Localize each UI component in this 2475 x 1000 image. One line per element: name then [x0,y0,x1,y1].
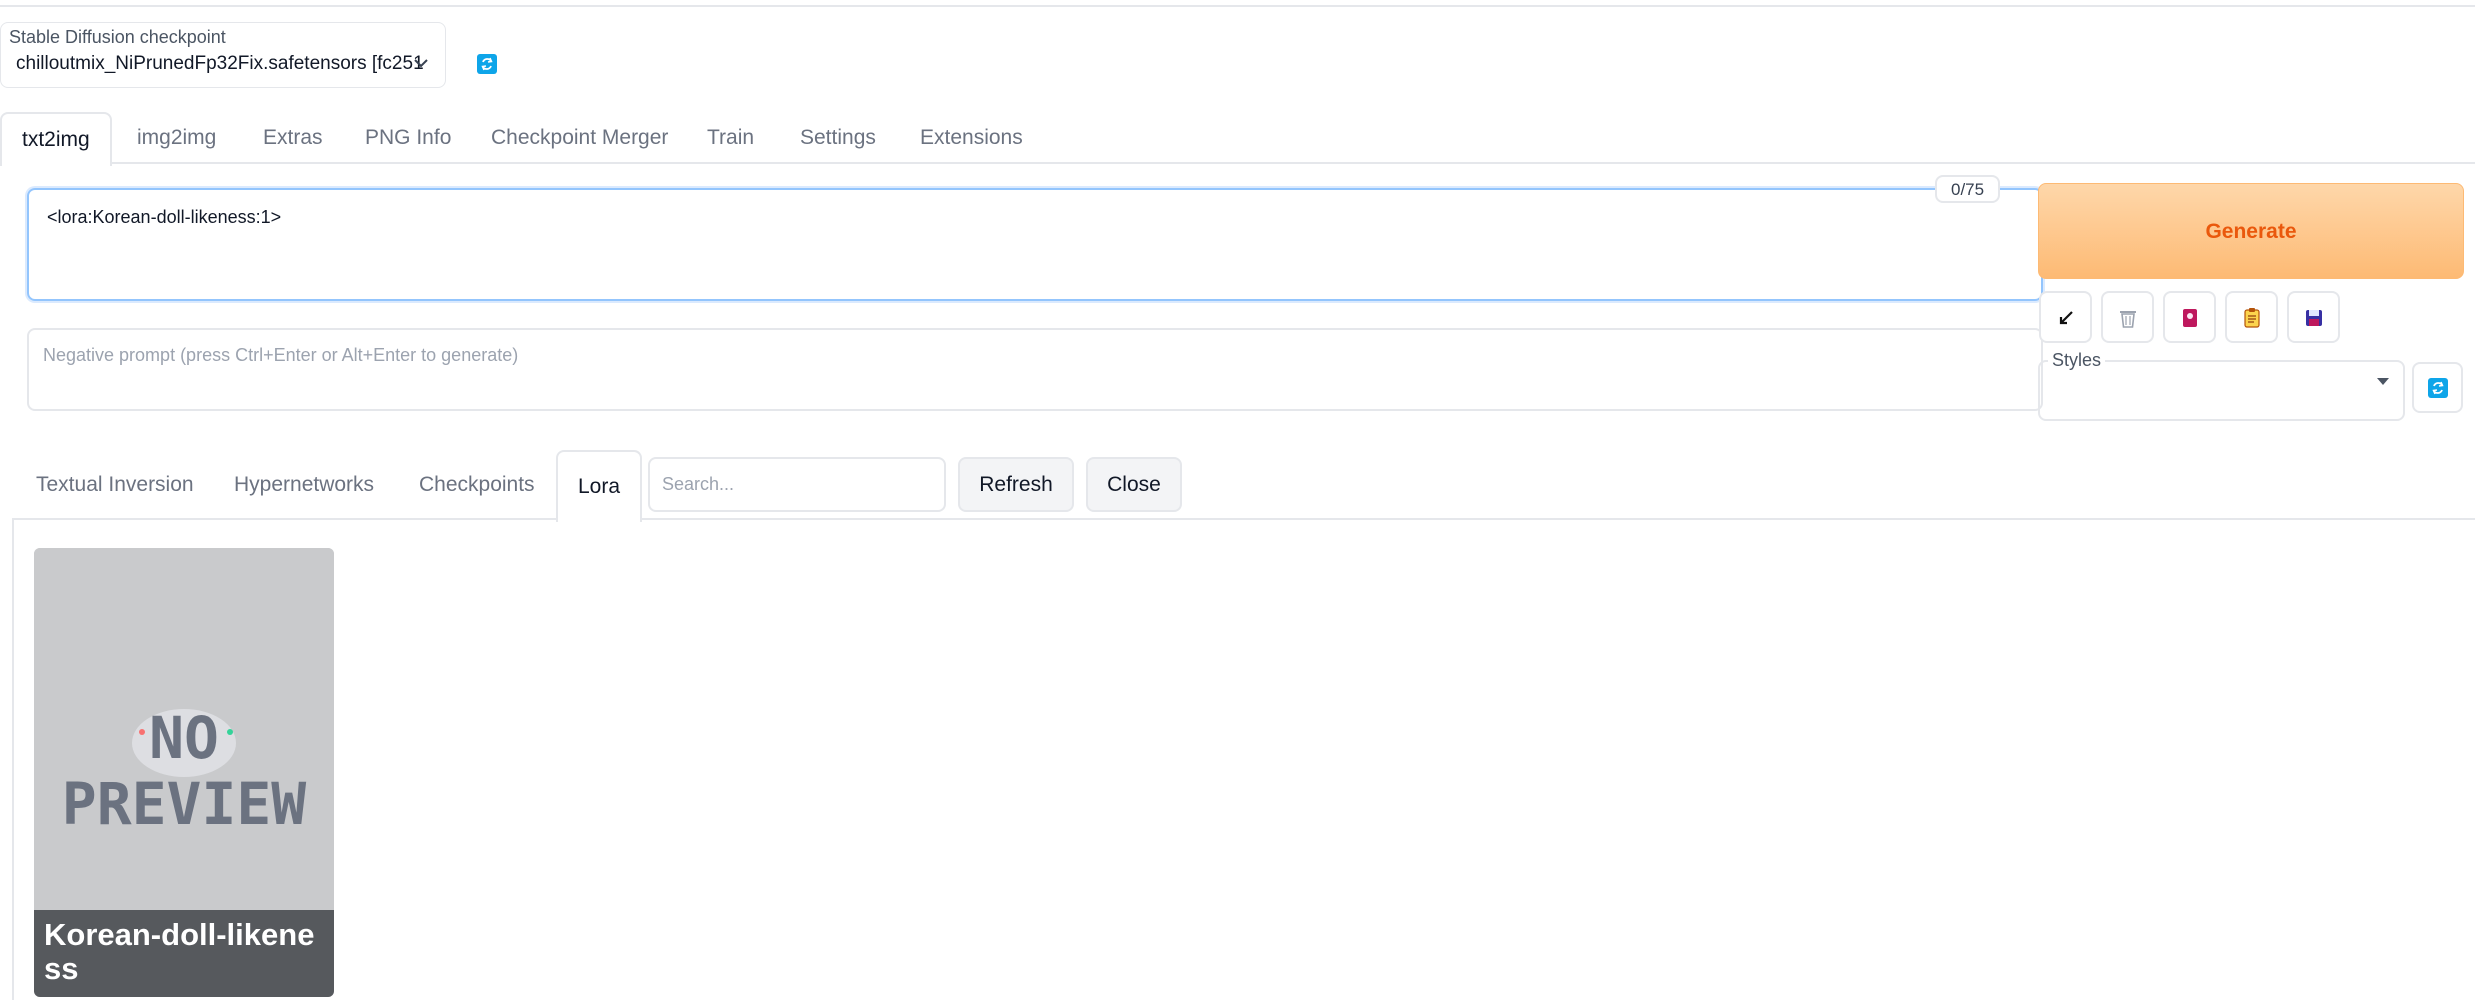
close-button[interactable]: Close [1086,457,1182,512]
tab-settings[interactable]: Settings [800,112,876,164]
tab-extras[interactable]: Extras [263,112,323,164]
panel-border [12,518,14,1000]
lora-card[interactable]: NO PREVIEW Korean-doll-likeness [34,548,334,997]
negative-prompt-placeholder: Negative prompt (press Ctrl+Enter or Alt… [43,345,519,365]
tabs-divider [0,162,2475,164]
save-icon [2306,310,2322,326]
tab-img2img[interactable]: img2img [137,112,216,164]
extra-tabs-divider [12,518,2475,520]
checkpoint-label: Stable Diffusion checkpoint [9,27,226,47]
apply-style-button[interactable] [2225,291,2278,343]
no-preview-text-line2: PREVIEW [62,770,307,838]
negative-prompt-textarea[interactable]: Negative prompt (press Ctrl+Enter or Alt… [27,328,2043,411]
extra-networks-button[interactable] [2163,291,2216,343]
styles-label: Styles [2048,350,2106,371]
lora-card-name: Korean-doll-likeness [34,910,334,997]
tab-textual-inversion[interactable]: Textual Inversion [36,450,194,520]
refresh-icon [477,54,497,74]
trash-icon [2120,311,2136,328]
clipboard-icon [2244,308,2260,328]
extra-networks-tabs: Textual Inversion Hypernetworks Checkpoi… [12,450,2475,522]
tab-txt2img[interactable]: txt2img [0,112,112,166]
tab-checkpoints[interactable]: Checkpoints [419,450,535,520]
generate-button[interactable]: Generate [2038,183,2464,279]
main-tabs: txt2img img2img Extras PNG Info Checkpoi… [0,112,2475,166]
styles-dropdown[interactable]: Styles [2038,350,2405,421]
tab-checkpoint-merger[interactable]: Checkpoint Merger [491,112,668,164]
tab-lora[interactable]: Lora [556,450,642,522]
checkpoint-dropdown[interactable]: Stable Diffusion checkpoint chilloutmix_… [0,22,446,88]
prompt-text: <lora:Korean-doll-likeness:1> [47,207,282,227]
arrow-icon [2059,311,2073,325]
tab-train[interactable]: Train [707,112,754,164]
checkpoint-refresh-button[interactable] [462,42,514,88]
chevron-down-icon [414,59,428,68]
clear-prompt-button[interactable] [2101,291,2154,343]
tab-extensions[interactable]: Extensions [920,112,1023,164]
refresh-button[interactable]: Refresh [958,457,1074,512]
top-divider [0,5,2475,7]
no-preview-text-line1: NO [149,704,219,772]
tab-png-info[interactable]: PNG Info [365,112,451,164]
search-input[interactable] [648,457,946,512]
tab-hypernetworks[interactable]: Hypernetworks [234,450,374,520]
paste-params-button[interactable] [2039,291,2092,343]
save-style-button[interactable] [2287,291,2340,343]
refresh-icon [2428,378,2448,398]
styles-refresh-button[interactable] [2412,362,2463,413]
bookmark-icon [2183,309,2197,327]
no-preview-image: NO PREVIEW [34,548,334,910]
checkpoint-value: chilloutmix_NiPrunedFp32Fix.safetensors … [16,53,424,74]
token-counter: 0/75 [1935,175,2001,203]
prompt-textarea[interactable]: <lora:Korean-doll-likeness:1> [27,188,2043,301]
caret-down-icon [2377,378,2389,385]
